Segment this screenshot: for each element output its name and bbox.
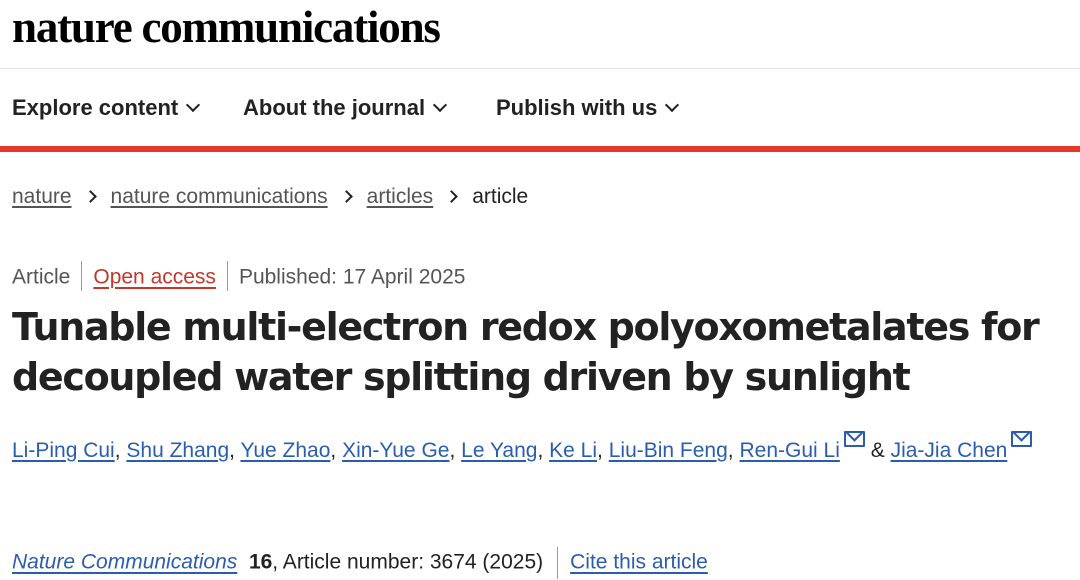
author-separator: , (537, 439, 544, 462)
journal-link[interactable]: Nature Communications (12, 551, 237, 574)
nav-item-label: Explore content (12, 95, 179, 120)
nav-explore-content[interactable]: Explore content (12, 95, 201, 121)
nav-publish-with-us[interactable]: Publish with us (496, 95, 680, 121)
divider (81, 261, 83, 291)
author-separator: , (229, 439, 235, 462)
breadcrumb-link-nature-communications[interactable]: nature communications (111, 185, 328, 208)
nav-item-label: Publish with us (496, 95, 658, 120)
cite-this-article-link[interactable]: Cite this article (570, 551, 708, 574)
volume-number: 16 (248, 550, 273, 574)
envelope-icon[interactable] (1011, 431, 1033, 447)
published-date: Published: 17 April 2025 (238, 265, 466, 289)
author-separator: , (727, 439, 734, 462)
divider (226, 261, 228, 291)
author-list: Li-Ping Cui, Shu Zhang, Yue Zhao, Xin-Yu… (12, 431, 1033, 465)
chevron-down-icon (433, 97, 448, 113)
author-separator: , (330, 439, 337, 462)
author-link[interactable]: Liu-Bin Feng (609, 439, 728, 462)
breadcrumb-link-nature[interactable]: nature (12, 185, 72, 208)
breadcrumb: nature nature communications articles artic… (12, 184, 528, 210)
author-link[interactable]: Jia-Jia Chen (891, 439, 1008, 462)
author-link[interactable]: Yue Zhao (240, 439, 330, 462)
author-link[interactable]: Le Yang (461, 439, 537, 462)
author-separator: , (597, 439, 603, 462)
article-meta: Article Open access Published: 17 April 20… (12, 261, 466, 293)
chevron-down-icon (186, 97, 201, 113)
nav-item-label: About the journal (243, 95, 426, 120)
chevron-right-icon (83, 190, 97, 203)
author-link[interactable]: Xin-Yue Ge (342, 439, 449, 462)
citation-line: Nature Communications 16, Article number… (12, 547, 708, 579)
article-title: Tunable multi-electron redox polyoxometa… (12, 305, 1040, 399)
chevron-right-icon (445, 190, 459, 203)
chevron-right-icon (339, 190, 353, 203)
author-link[interactable]: Ke Li (549, 439, 597, 462)
envelope-icon[interactable] (843, 431, 865, 447)
author-link[interactable]: Ren-Gui Li (739, 439, 839, 462)
divider (557, 547, 559, 579)
nav-about-journal[interactable]: About the journal (243, 95, 448, 121)
author-separator: , (449, 439, 456, 462)
journal-logo[interactable]: nature communications (12, 2, 441, 52)
chevron-down-icon (665, 97, 680, 113)
open-access-link[interactable]: Open access (93, 266, 216, 289)
author-separator: , (114, 439, 121, 462)
article-number: , Article number: 3674 (2025) (272, 550, 544, 574)
author-link[interactable]: Shu Zhang (126, 439, 229, 462)
main-nav: Explore content About the journal Publis… (0, 69, 1080, 152)
author-ampersand: & (870, 439, 885, 462)
article-type: Article (12, 265, 71, 289)
masthead: nature communications (0, 0, 1080, 69)
author-link[interactable]: Li-Ping Cui (12, 439, 115, 462)
breadcrumb-link-articles[interactable]: articles (367, 185, 434, 208)
breadcrumb-current: article (472, 185, 529, 208)
